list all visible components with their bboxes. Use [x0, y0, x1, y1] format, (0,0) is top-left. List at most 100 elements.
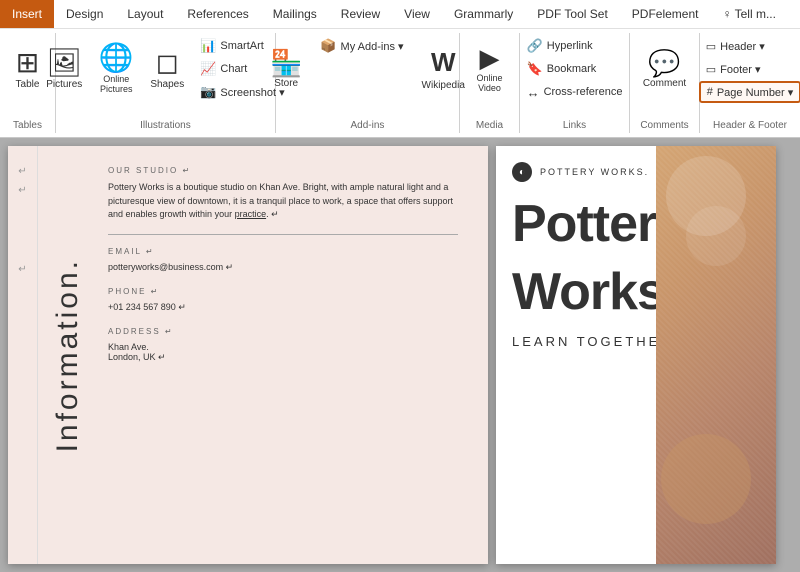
tab-pdftoolset[interactable]: PDF Tool Set [525, 0, 619, 28]
links-group-label: Links [520, 120, 629, 131]
shapes-label: Shapes [150, 79, 184, 90]
shapes-button[interactable]: ◻ Shapes [143, 35, 191, 103]
online-pictures-label: OnlinePictures [100, 74, 133, 94]
content-area: OUR STUDIO ↵ Pottery Works is a boutique… [108, 166, 458, 363]
group-addins: 🏪 Store 📦 My Add-ins ▾ W Wikipedia Add-i… [276, 33, 460, 133]
header-icon: ▭ [706, 40, 716, 53]
our-studio-label: OUR STUDIO ↵ [108, 166, 458, 175]
pictures-button[interactable]: 🖼 Pictures [39, 35, 89, 103]
address-label: ADDRESS ↵ [108, 327, 458, 336]
page-sidebar: ↵ ↵ ↵ [8, 146, 38, 564]
tab-design[interactable]: Design [54, 0, 115, 28]
crossref-button[interactable]: ↔ Cross-reference [520, 81, 630, 103]
tab-review[interactable]: Review [329, 0, 392, 28]
pottery-circle-3 [661, 434, 751, 524]
hyperlink-icon: 🔗 [527, 38, 543, 54]
page-number-button[interactable]: # Page Number ▾ [699, 81, 800, 103]
tab-layout[interactable]: Layout [115, 0, 175, 28]
myaddin-label: My Add-ins ▾ [341, 40, 404, 53]
comment-label: Comment [643, 78, 686, 89]
myaddin-icon: 📦 [320, 38, 336, 54]
email-label: EMAIL ↵ [108, 247, 458, 256]
smartart-label: SmartArt [220, 40, 263, 52]
para-mark-1: ↵ [18, 166, 26, 177]
bookmark-icon: 🔖 [527, 61, 543, 77]
para-mark-3: ↵ [18, 264, 26, 275]
headerfooter-group-label: Header & Footer [700, 120, 800, 131]
tab-pdfelement[interactable]: PDFelement [620, 0, 711, 28]
wikipedia-label: Wikipedia [422, 80, 465, 91]
tab-mailings[interactable]: Mailings [261, 0, 329, 28]
pictures-icon: 🖼 [46, 49, 82, 77]
illustrations-group-label: Illustrations [56, 120, 275, 131]
page-left-content: OUR STUDIO ↵ Pottery Works is a boutique… [38, 146, 488, 564]
page-number-label: Page Number ▾ [717, 86, 793, 99]
tab-view[interactable]: View [392, 0, 442, 28]
myaddin-button[interactable]: 📦 My Add-ins ▾ [313, 35, 410, 57]
chart-icon: 📈 [200, 61, 216, 77]
online-video-label: OnlineVideo [476, 73, 502, 93]
crossref-icon: ↔ [527, 85, 540, 100]
page-right: ◐ POTTERY WORKS. Pottery Worksho LEARN T… [496, 146, 776, 564]
header-label: Header ▾ [720, 40, 765, 53]
screenshot-icon: 📷 [200, 84, 216, 100]
online-video-icon: ▶ [479, 45, 499, 71]
pottery-brand: POTTERY WORKS. [540, 167, 649, 177]
group-links: 🔗 Hyperlink 🔖 Bookmark ↔ Cross-reference… [520, 33, 630, 133]
ribbon: Insert Design Layout References Mailings… [0, 0, 800, 138]
phone-label: PHONE ↵ [108, 287, 458, 296]
ribbon-content: ⊞ Table Tables 🖼 Pictures 🌐 OnlinePictur… [0, 28, 800, 137]
pictures-label: Pictures [46, 79, 82, 90]
store-button[interactable]: 🏪 Store [263, 35, 309, 103]
hyperlink-button[interactable]: 🔗 Hyperlink [520, 35, 630, 57]
pottery-circle-2 [686, 206, 746, 266]
address-line1: Khan Ave. [108, 342, 458, 352]
pottery-image [656, 146, 776, 564]
group-headerfooter: ▭ Header ▾ ▭ Footer ▾ # Page Number ▾ He… [700, 33, 800, 133]
pottery-logo: ◐ [512, 162, 532, 182]
footer-label: Footer ▾ [720, 63, 760, 76]
chart-label: Chart [220, 63, 247, 75]
page-left: ↵ ↵ ↵ Information. OUR STUDIO ↵ Pottery … [8, 146, 488, 564]
wikipedia-icon: W [431, 47, 456, 78]
bookmark-label: Bookmark [547, 63, 597, 75]
tab-references[interactable]: References [175, 0, 260, 28]
phone-value: +01 234 567 890 ↵ [108, 302, 458, 313]
smartart-icon: 📊 [200, 38, 216, 54]
footer-icon: ▭ [706, 63, 716, 76]
para-mark-2: ↵ [18, 185, 26, 196]
footer-button[interactable]: ▭ Footer ▾ [699, 58, 800, 80]
online-video-button[interactable]: ▶ OnlineVideo [469, 35, 509, 103]
online-pictures-icon: 🌐 [99, 44, 134, 72]
email-value: potteryworks@business.com ↵ [108, 262, 458, 273]
comments-group-label: Comments [630, 120, 699, 131]
page-number-icon: # [707, 86, 713, 98]
tab-insert[interactable]: Insert [0, 0, 54, 28]
store-icon: 🏪 [270, 50, 302, 76]
address-line2: London, UK ↵ [108, 352, 458, 363]
comment-button[interactable]: 💬 Comment [636, 35, 693, 103]
logo-inner: ◐ [519, 167, 525, 178]
media-group-label: Media [460, 120, 519, 131]
addins-group-label: Add-ins [276, 120, 459, 131]
store-label: Store [274, 78, 298, 89]
shapes-icon: ◻ [156, 49, 179, 77]
tab-tellme[interactable]: ♀ Tell m... [710, 0, 787, 28]
group-comments: 💬 Comment Comments [630, 33, 700, 133]
crossref-label: Cross-reference [544, 86, 623, 98]
table-icon: ⊞ [16, 49, 39, 77]
online-pictures-button[interactable]: 🌐 OnlinePictures [91, 35, 141, 103]
header-button[interactable]: ▭ Header ▾ [699, 35, 800, 57]
comment-icon: 💬 [648, 50, 680, 76]
tab-grammarly[interactable]: Grammarly [442, 0, 525, 28]
group-media: ▶ OnlineVideo Media [460, 33, 520, 133]
divider-line [108, 234, 458, 235]
bookmark-button[interactable]: 🔖 Bookmark [520, 58, 630, 80]
ribbon-tab-bar: Insert Design Layout References Mailings… [0, 0, 800, 28]
table-label: Table [16, 79, 40, 90]
document-area: ↵ ↵ ↵ Information. OUR STUDIO ↵ Pottery … [0, 138, 800, 572]
group-illustrations: 🖼 Pictures 🌐 OnlinePictures ◻ Shapes 📊 [56, 33, 276, 133]
practice-link[interactable]: practice [235, 209, 267, 219]
hyperlink-label: Hyperlink [547, 40, 593, 52]
studio-body-text: Pottery Works is a boutique studio on Kh… [108, 181, 458, 222]
